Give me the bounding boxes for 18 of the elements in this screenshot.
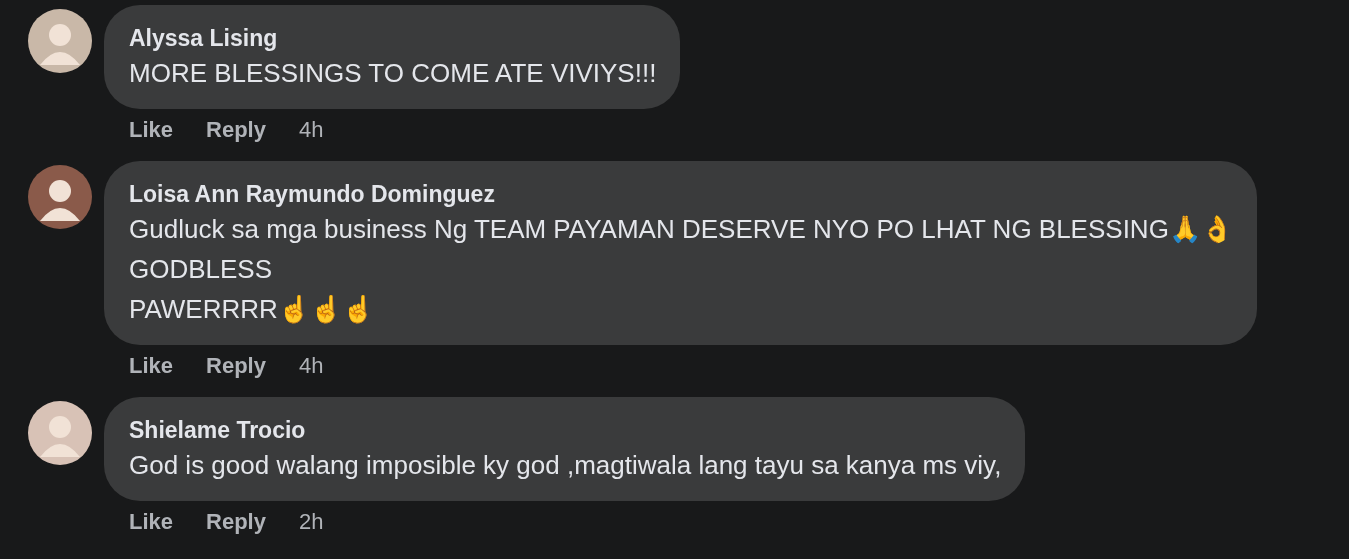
reply-link[interactable]: Reply [206,115,266,145]
avatar-icon[interactable] [28,9,92,73]
reply-link[interactable]: Reply [206,507,266,537]
comment-text: Gudluck sa mga business Ng TEAM PAYAMAN DESERVE NYO PO LHAT NG BLESSING🙏👌 GODBLESS PAWERRRR☝☝☝ [129,213,1233,326]
like-link[interactable]: Like [129,507,174,537]
avatar-icon[interactable] [28,165,92,229]
like-link[interactable]: Like [129,115,174,145]
comment-time[interactable]: 2h [298,507,324,537]
comment-text: MORE BLESSINGS TO COME ATE VIVIYS!!! [129,57,657,90]
reply-link[interactable]: Reply [206,351,266,381]
avatar-icon[interactable] [28,401,92,465]
comment-text: God is good walang imposible ky god ,magtiwala lang tayu sa kanya ms viy, [129,449,1002,482]
comment-time[interactable]: 4h [298,115,324,145]
author-name[interactable]: Shielame Trocio [129,415,1002,445]
author-name[interactable]: Loisa Ann Raymundo Dominguez [129,179,1233,209]
like-link[interactable]: Like [129,351,174,381]
author-name[interactable]: Alyssa Lising [129,23,657,53]
comment-time[interactable]: 4h [298,351,324,381]
